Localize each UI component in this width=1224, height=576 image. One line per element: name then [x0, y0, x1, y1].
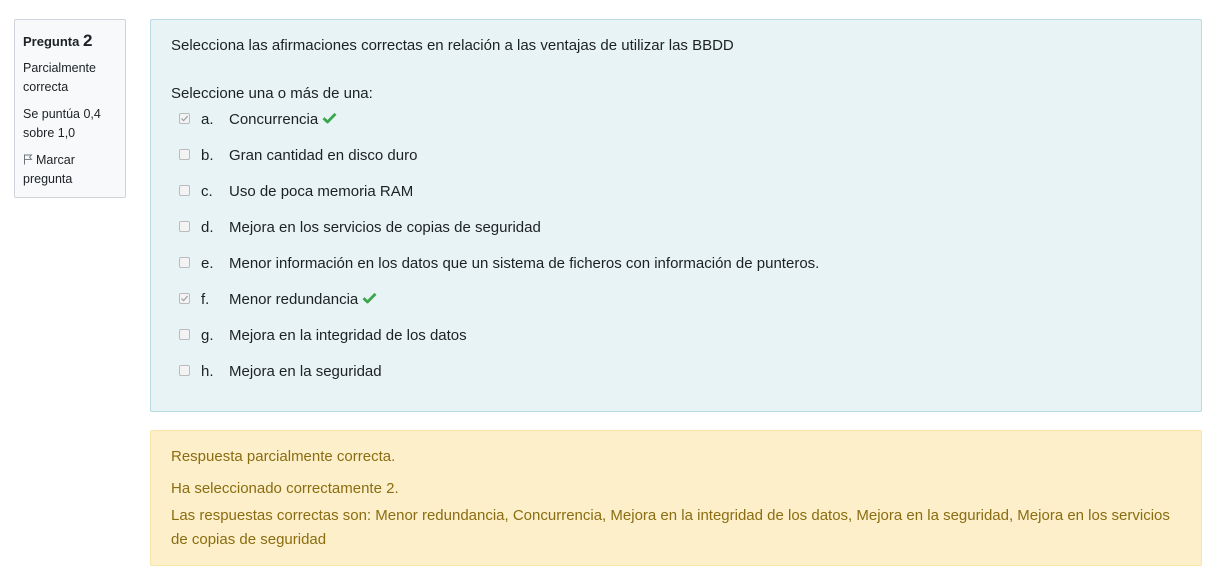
question-formulation: Selecciona las afirmaciones correctas en…	[150, 19, 1202, 412]
correct-checkmark-icon	[322, 112, 337, 124]
question-number-heading: Pregunta 2	[23, 31, 117, 51]
option-text: Uso de poca memoria RAM	[229, 183, 414, 200]
question-text: Selecciona las afirmaciones correctas en…	[171, 37, 734, 54]
answer-checkbox-a[interactable]	[179, 113, 190, 124]
option-letter: g.	[201, 327, 214, 344]
option-text: Menor información en los datos que un si…	[229, 255, 820, 272]
option-letter: d.	[201, 219, 214, 236]
answer-checkbox-c[interactable]	[179, 185, 190, 196]
feedback-summary: Respuesta parcialmente correcta.	[171, 448, 396, 465]
option-text: Mejora en la integridad de los datos	[229, 327, 467, 344]
question-info-panel: Pregunta 2 Parcialmente correcta Se punt…	[14, 19, 126, 198]
answer-checkbox-d[interactable]	[179, 221, 190, 232]
option-text: Mejora en la seguridad	[229, 363, 382, 380]
option-letter: c.	[201, 183, 213, 200]
correct-checkmark-icon	[362, 292, 377, 304]
answer-checkbox-f[interactable]	[179, 293, 190, 304]
option-letter: b.	[201, 147, 214, 164]
option-text: Mejora en los servicios de copias de seg…	[229, 219, 541, 236]
question-number: 2	[82, 31, 93, 50]
option-letter: f.	[201, 291, 210, 308]
feedback-panel: Respuesta parcialmente correcta. Ha sele…	[150, 430, 1202, 566]
question-grade: Se puntúa 0,4 sobre 1,0	[23, 107, 101, 140]
answer-checkbox-e[interactable]	[179, 257, 190, 268]
option-text: Menor redundancia	[229, 291, 377, 308]
answer-checkbox-b[interactable]	[179, 149, 190, 160]
answer-prompt: Seleccione una o más de una:	[171, 85, 373, 102]
flag-question-button[interactable]: Marcar pregunta	[23, 151, 117, 189]
option-letter: h.	[201, 363, 214, 380]
option-text: Concurrencia	[229, 111, 337, 128]
option-letter: e.	[201, 255, 214, 272]
checkbox-check-icon	[181, 115, 189, 122]
feedback-right-answer: Las respuestas correctas son: Menor redu…	[171, 507, 1170, 548]
question-label: Pregunta	[23, 34, 80, 49]
option-letter: a.	[201, 111, 214, 128]
answer-checkbox-g[interactable]	[179, 329, 190, 340]
feedback-num-correct: Ha seleccionado correctamente 2.	[171, 480, 399, 497]
flag-icon	[24, 154, 33, 165]
option-text: Gran cantidad en disco duro	[229, 147, 418, 164]
question-state: Parcialmente correcta	[23, 61, 96, 94]
checkbox-check-icon	[181, 295, 189, 302]
answer-checkbox-h[interactable]	[179, 365, 190, 376]
